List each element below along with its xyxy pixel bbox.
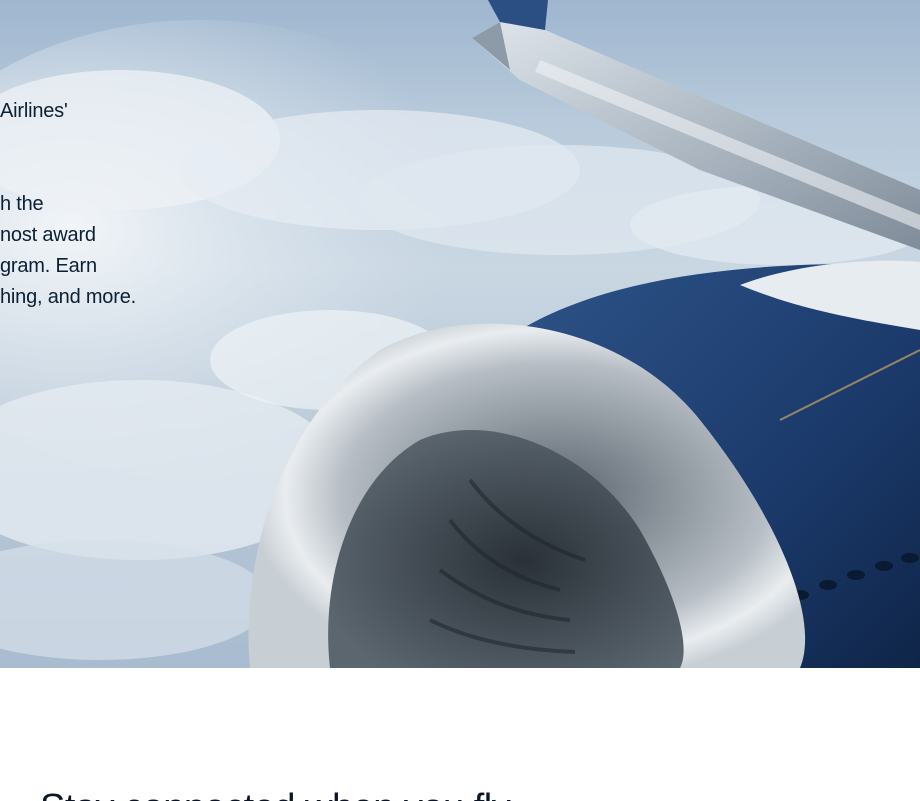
section-title: Stay connected when you fly [40,786,511,801]
hero-description-line: h the [0,193,44,215]
hero-description-line: nost award [0,224,96,246]
hero-banner: Airlines' h the nost award gram. Earn hi… [0,0,920,668]
hero-description-line: gram. Earn [0,255,97,277]
hero-copy: Airlines' h the nost award gram. Earn hi… [0,96,230,313]
hero-intro: Airlines' [0,96,230,127]
hero-description: h the nost award gram. Earn hing, and mo… [0,189,230,313]
hero-description-line: hing, and more. [0,286,136,308]
connectivity-section: Stay connected when you fly [0,780,920,801]
hero-intro-line: Airlines' [0,100,68,122]
